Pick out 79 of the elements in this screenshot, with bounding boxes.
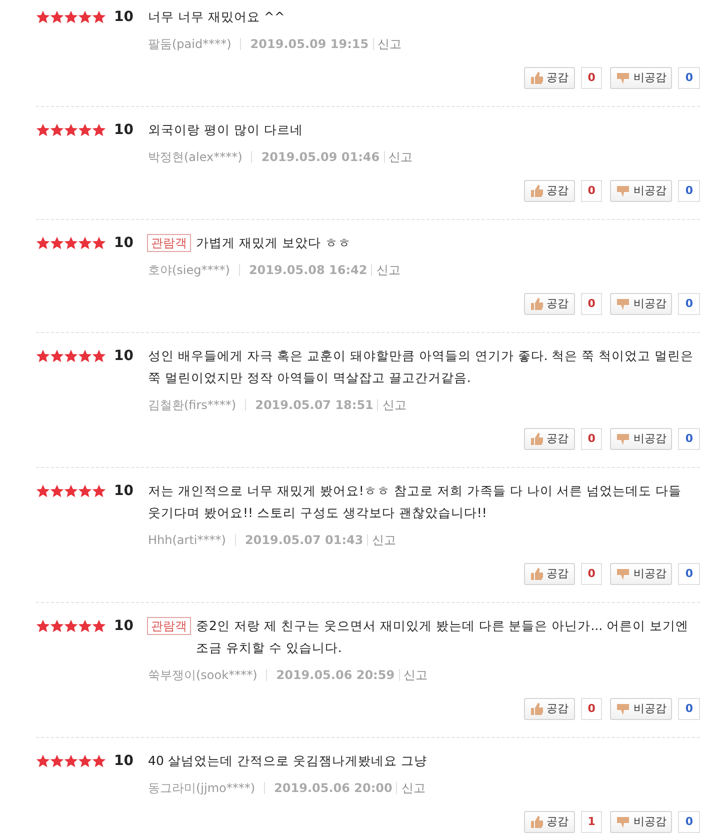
dislike-count: 0 (678, 698, 700, 720)
review-date: 2019.05.09 19:15 (250, 36, 369, 53)
review-text: 저는 개인적으로 너무 재밌게 봤어요!ㅎㅎ 참고로 저희 가족들 다 나이 서른 넘었는데도 다들 웃기다며 봤어요!! 스토리 구성도 생각보다 괜찮았습니다!! (148, 482, 683, 522)
thumbs-up-icon (530, 568, 544, 580)
rating-score: 10 (114, 616, 134, 636)
thumbs-up-icon (530, 703, 544, 715)
review-text: 성인 배우들에게 자극 혹은 교훈이 돼야할만큼 아역들의 연기가 좋다. 척은 쭉 척이었고 멀린은 쭉 멀린이었지만 정작 아역들이 멱살잡고 끌고간거같음. (148, 347, 695, 387)
like-button[interactable]: 공감 (524, 563, 575, 585)
like-button[interactable]: 공감 (524, 293, 575, 315)
like-button[interactable]: 공감 (524, 428, 575, 450)
rating-score: 10 (114, 234, 134, 252)
dislike-button[interactable]: 비공감 (610, 698, 672, 720)
review-text: 외국이랑 평이 많이 다르네 (148, 121, 304, 139)
dislike-button[interactable]: 비공감 (610, 428, 672, 450)
author-name: 김철환(firs****) (148, 397, 236, 414)
like-count: 0 (580, 428, 602, 450)
rating-score: 10 (114, 346, 134, 366)
like-count: 0 (580, 67, 602, 89)
thumbs-down-icon (616, 568, 630, 580)
thumbs-down-icon (616, 72, 630, 84)
review-date: 2019.05.07 01:43 (244, 532, 364, 549)
dislike-button[interactable]: 비공감 (610, 811, 672, 833)
like-button[interactable]: 공감 (524, 180, 575, 202)
like-button[interactable]: 공감 (524, 698, 575, 720)
review-date: 2019.05.06 20:00 (274, 780, 392, 797)
report-link[interactable]: 신고 (388, 148, 413, 166)
thumbs-down-icon (616, 298, 630, 310)
report-link[interactable]: 신고 (378, 35, 402, 53)
report-link[interactable]: 신고 (372, 531, 396, 549)
report-link[interactable]: 신고 (376, 261, 400, 279)
dislike-count: 0 (678, 67, 700, 89)
author-name: 팔둠(paid****) (148, 36, 232, 53)
review-date: 2019.05.09 01:46 (261, 149, 380, 166)
review-text: 너무 너무 재밌어요 ^^ (148, 8, 286, 26)
review-date: 2019.05.06 20:59 (276, 667, 395, 684)
dislike-button[interactable]: 비공감 (610, 180, 672, 202)
thumbs-down-icon (616, 816, 630, 828)
like-count: 0 (580, 563, 602, 585)
thumbs-down-icon (616, 433, 630, 445)
viewer-badge: 관람객 (147, 617, 191, 635)
thumbs-down-icon (616, 703, 630, 715)
dislike-button[interactable]: 비공감 (610, 563, 672, 585)
dislike-count: 0 (678, 293, 700, 315)
dislike-count: 0 (678, 563, 700, 585)
thumbs-up-icon (530, 433, 544, 445)
review-text: 중2인 저랑 제 친구는 웃으면서 재미있게 봤는데 다른 분들은 아닌가... 어른이 보기엔 조금 유치할 수 있습니다. (196, 617, 690, 657)
like-count: 0 (580, 180, 602, 202)
review-date: 2019.05.08 16:42 (248, 262, 368, 279)
rating-score: 10 (114, 8, 134, 26)
like-count: 0 (580, 293, 602, 315)
review-text: 가볍게 재밌게 보았다 ㅎㅎ (196, 234, 352, 252)
dislike-button[interactable]: 비공감 (610, 293, 672, 315)
report-link[interactable]: 신고 (401, 779, 426, 797)
dislike-count: 0 (678, 428, 700, 450)
author-name: 쑥부쟁이(sook****) (148, 667, 258, 684)
like-button[interactable]: 공감 (524, 811, 575, 833)
author-name: 박정현(alex****) (148, 149, 242, 166)
report-link[interactable]: 신고 (382, 396, 406, 414)
dislike-count: 0 (678, 811, 700, 833)
rating-score: 10 (114, 752, 134, 770)
review-text: 40 살넘었는데 간적으로 웃김잼나게봤네요 그냥 (148, 752, 428, 770)
review-date: 2019.05.07 18:51 (255, 397, 374, 414)
like-button[interactable]: 공감 (524, 67, 575, 89)
like-count: 1 (580, 811, 602, 833)
dislike-button[interactable]: 비공감 (610, 67, 672, 89)
author-name: Hhh(arti****) (148, 532, 226, 549)
thumbs-up-icon (530, 298, 544, 310)
thumbs-down-icon (616, 185, 630, 197)
viewer-badge: 관람객 (147, 234, 191, 252)
report-link[interactable]: 신고 (404, 666, 428, 684)
author-name: 호야(sieg****) (148, 262, 230, 279)
author-name: 동그라미(jjmo****) (148, 780, 256, 797)
rating-score: 10 (114, 482, 134, 500)
thumbs-up-icon (530, 72, 544, 84)
thumbs-up-icon (530, 185, 544, 197)
dislike-count: 0 (678, 180, 700, 202)
thumbs-up-icon (530, 816, 544, 828)
rating-score: 10 (114, 120, 134, 140)
like-count: 0 (580, 698, 602, 720)
